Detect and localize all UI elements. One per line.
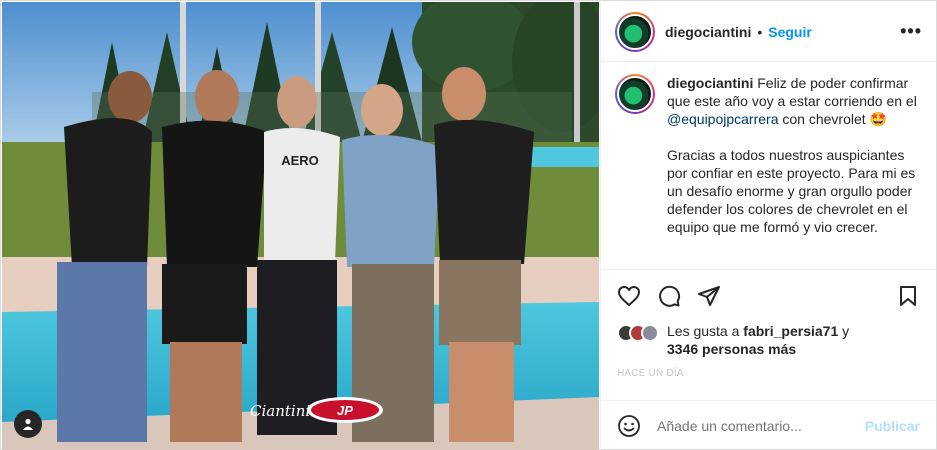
follow-button[interactable]: Seguir xyxy=(768,24,812,40)
post-timestamp[interactable]: Hace un día xyxy=(601,358,936,379)
caption-text: diegociantini Feliz de poder confirmar q… xyxy=(667,74,922,269)
comment-input[interactable] xyxy=(657,417,865,434)
user-tags-button[interactable] xyxy=(14,410,42,438)
share-icon[interactable] xyxy=(697,284,721,308)
person-icon xyxy=(23,418,33,430)
action-bar xyxy=(601,270,936,322)
likes-prefix: Les gusta a xyxy=(667,323,744,339)
mention-link[interactable]: @equipojpcarrera xyxy=(667,111,779,127)
caption-avatar[interactable] xyxy=(615,74,655,114)
likes-text: Les gusta a fabri_persia71 y 3346 person… xyxy=(667,322,849,358)
caption-body-end: con chevrolet 🤩 xyxy=(778,111,887,127)
signature-watermark: Ciantini xyxy=(250,402,310,420)
liker-avatar xyxy=(641,324,659,342)
liker-username[interactable]: fabri_persia71 xyxy=(743,323,838,339)
publish-button[interactable]: Publicar xyxy=(865,418,920,434)
likes-count[interactable]: 3346 personas más xyxy=(667,341,796,357)
emoji-icon[interactable] xyxy=(617,414,641,438)
comment-icon[interactable] xyxy=(657,284,681,308)
caption-area: diegociantini Feliz de poder confirmar q… xyxy=(601,62,936,270)
likes-connector: y xyxy=(838,323,850,339)
comment-composer: Publicar xyxy=(601,400,936,450)
caption-paragraph-2: Gracias a todos nuestros auspiciantes po… xyxy=(667,147,916,235)
caption-username[interactable]: diegociantini xyxy=(667,75,753,91)
avatar[interactable] xyxy=(615,11,655,52)
likes-summary: Les gusta a fabri_persia71 y 3346 person… xyxy=(601,322,936,358)
group-photo: AERO Ciantini JP xyxy=(2,2,599,450)
bookmark-icon[interactable] xyxy=(896,284,920,308)
separator-dot: • xyxy=(757,23,763,40)
post-header: diegociantini • Seguir ••• xyxy=(601,2,936,62)
heart-icon[interactable] xyxy=(617,284,641,308)
post-side-panel: diegociantini • Seguir ••• diegociantini… xyxy=(600,2,936,450)
shirt-print: AERO xyxy=(281,153,319,168)
post-frame: AERO Ciantini JP diegociantini • Seguir … xyxy=(0,0,937,450)
liker-avatars[interactable] xyxy=(617,324,659,342)
more-options-icon[interactable]: ••• xyxy=(900,21,922,42)
username-link[interactable]: diegociantini xyxy=(665,24,751,40)
post-image[interactable]: AERO Ciantini JP xyxy=(2,2,599,450)
team-logo: JP xyxy=(337,403,353,418)
